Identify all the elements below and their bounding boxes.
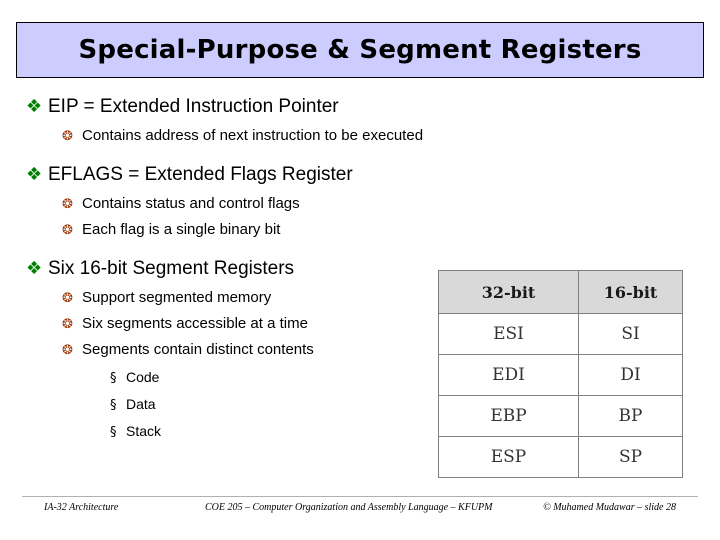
floret-bullet-icon: ❂ <box>62 223 73 238</box>
page-title: Special-Purpose & Segment Registers <box>78 35 642 65</box>
bullet-text: Code <box>126 369 160 385</box>
bullet-text: EIP = Extended Instruction Pointer <box>48 96 339 117</box>
cell-16bit: SP <box>578 436 683 478</box>
slide-title-bar: Special-Purpose & Segment Registers <box>16 22 704 78</box>
diamond-bullet-icon: ❖ <box>26 96 43 117</box>
cell-16bit: SI <box>578 313 683 355</box>
floret-bullet-icon: ❂ <box>62 291 73 306</box>
slide-footer: IA-32 Architecture COE 205 – Computer Or… <box>0 496 720 518</box>
cell-16bit: BP <box>578 395 683 437</box>
column-header-32bit: 32-bit <box>438 270 579 314</box>
footer-divider <box>22 496 698 497</box>
section-bullet-icon: § <box>110 371 117 386</box>
bullet-level1-eflags: ❖ EFLAGS = Extended Flags Register <box>26 164 526 186</box>
bullet-text: Six segments accessible at a time <box>82 315 308 332</box>
bullet-level1-eip: ❖ EIP = Extended Instruction Pointer <box>26 96 526 118</box>
bullet-level2-eflags-bit: ❂ Each flag is a single binary bit <box>62 221 526 238</box>
bullet-level2-eip-desc: ❂ Contains address of next instruction t… <box>62 127 526 144</box>
register-table: 32-bit 16-bit ESI SI EDI DI EBP BP ESP S… <box>438 270 683 478</box>
bullet-text: Contains status and control flags <box>82 195 300 212</box>
slide-root: Special-Purpose & Segment Registers ❖ EI… <box>0 0 720 540</box>
bullet-text: Contains address of next instruction to … <box>82 127 424 144</box>
floret-bullet-icon: ❂ <box>62 317 73 332</box>
bullet-text: Stack <box>126 423 162 439</box>
footer-center-text: COE 205 – Computer Organization and Asse… <box>205 502 493 513</box>
floret-bullet-icon: ❂ <box>62 343 73 358</box>
cell-32bit: ESP <box>438 436 579 478</box>
diamond-bullet-icon: ❖ <box>26 258 43 279</box>
section-bullet-icon: § <box>110 425 117 440</box>
table-row: ESP SP <box>438 436 683 478</box>
bullet-level2-eflags-status: ❂ Contains status and control flags <box>62 195 526 212</box>
cell-32bit: EBP <box>438 395 579 437</box>
cell-32bit: EDI <box>438 354 579 396</box>
floret-bullet-icon: ❂ <box>62 129 73 144</box>
cell-32bit: ESI <box>438 313 579 355</box>
footer-left-text: IA-32 Architecture <box>44 502 119 513</box>
section-bullet-icon: § <box>110 398 117 413</box>
cell-16bit: DI <box>578 354 683 396</box>
bullet-text: Data <box>126 396 156 412</box>
bullet-text: Each flag is a single binary bit <box>82 221 281 238</box>
bullet-text: Support segmented memory <box>82 289 272 306</box>
table-row: ESI SI <box>438 313 683 355</box>
bullet-text: Segments contain distinct contents <box>82 341 314 358</box>
table-row: EDI DI <box>438 354 683 396</box>
bullet-text: EFLAGS = Extended Flags Register <box>48 164 353 185</box>
column-header-16bit: 16-bit <box>578 270 683 314</box>
bullet-text: Six 16-bit Segment Registers <box>48 258 295 279</box>
footer-right-text: © Muhamed Mudawar – slide 28 <box>543 502 676 513</box>
table-header-row: 32-bit 16-bit <box>438 270 683 314</box>
floret-bullet-icon: ❂ <box>62 197 73 212</box>
diamond-bullet-icon: ❖ <box>26 164 43 185</box>
table-row: EBP BP <box>438 395 683 437</box>
